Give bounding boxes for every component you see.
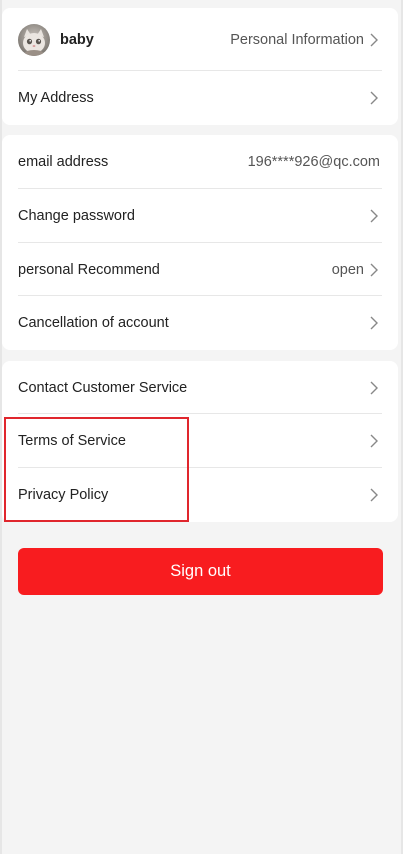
profile-row[interactable]: baby Personal Information (2, 8, 398, 71)
chevron-right-icon (368, 263, 380, 277)
chevron-right-icon (368, 209, 380, 223)
chevron-right-icon (368, 434, 380, 448)
terms-of-service-row[interactable]: Terms of Service (2, 414, 398, 468)
change-password-row[interactable]: Change password (2, 189, 398, 243)
chevron-right-icon (368, 91, 380, 105)
personal-recommend-label: personal Recommend (18, 261, 160, 278)
avatar-cat-image (18, 23, 50, 56)
personal-information-link[interactable]: Personal Information (230, 32, 364, 48)
contact-customer-service-row[interactable]: Contact Customer Service (2, 361, 398, 414)
email-row[interactable]: email address 196****926@qc.com (2, 135, 398, 189)
email-value: 196****926@qc.com (247, 154, 380, 170)
privacy-policy-row[interactable]: Privacy Policy (2, 468, 398, 522)
personal-recommend-status: open (331, 261, 364, 278)
chevron-right-icon (368, 33, 380, 47)
cancellation-row[interactable]: Cancellation of account (2, 296, 398, 350)
my-address-row[interactable]: My Address (2, 71, 398, 125)
support-card: Contact Customer Service Terms of Servic… (2, 361, 398, 522)
change-password-label: Change password (18, 208, 135, 224)
email-label: email address (18, 154, 109, 170)
username: baby (60, 31, 94, 48)
contact-customer-service-label: Contact Customer Service (18, 379, 188, 396)
personal-recommend-row[interactable]: personal Recommend open (2, 243, 398, 296)
chevron-right-icon (368, 381, 380, 395)
terms-of-service-label: Terms of Service (18, 433, 126, 449)
sign-out-button[interactable]: Sign out (18, 548, 383, 595)
account-card: email address 196****926@qc.com Change p… (2, 135, 398, 350)
cancellation-label: Cancellation of account (18, 315, 169, 331)
avatar[interactable] (18, 23, 50, 56)
chevron-right-icon (368, 488, 380, 502)
privacy-policy-label: Privacy Policy (18, 487, 109, 503)
my-address-label: My Address (18, 90, 94, 106)
chevron-right-icon (368, 316, 380, 330)
profile-card: baby Personal Information My Address (2, 8, 398, 125)
